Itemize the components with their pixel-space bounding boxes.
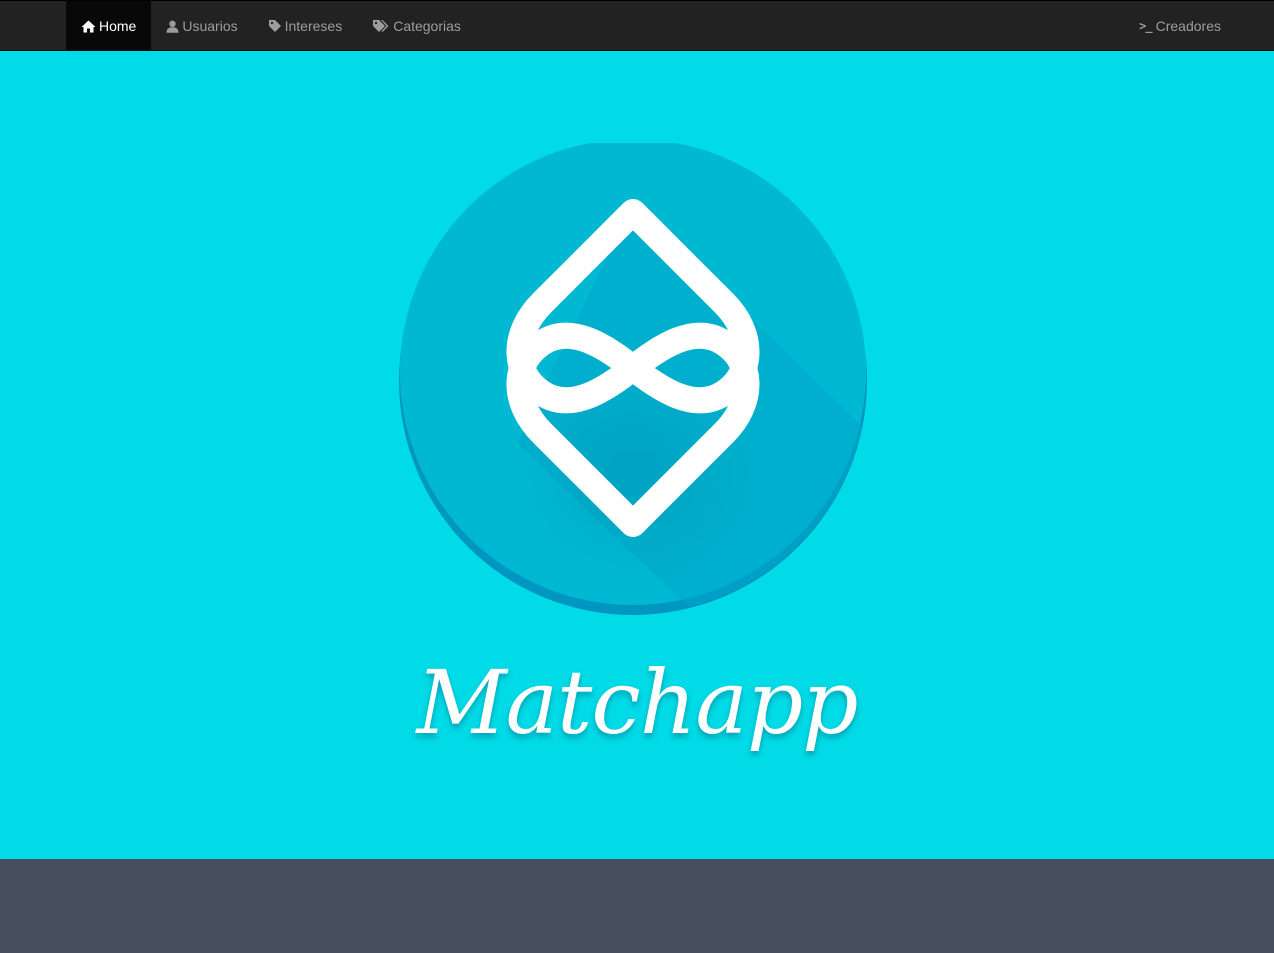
nav-item-categorias[interactable]: Categorias [357, 1, 476, 51]
matchapp-logo-icon [399, 143, 867, 615]
nav-item-creadores[interactable]: >_ Creadores [1124, 1, 1236, 51]
terminal-icon: >_ [1139, 19, 1152, 33]
footer-band [0, 859, 1274, 953]
nav-item-intereses[interactable]: Intereses [253, 1, 358, 51]
brand-name: Matchapp [416, 651, 858, 754]
nav-item-label: Categorias [393, 18, 461, 34]
nav-item-usuarios[interactable]: Usuarios [151, 1, 252, 51]
home-icon [81, 20, 96, 33]
nav-item-label: Creadores [1155, 18, 1221, 34]
hero-section: Matchapp [0, 51, 1274, 859]
nav-right-group: >_ Creadores [1124, 1, 1236, 51]
tag-icon [268, 19, 282, 33]
nav-left-group: Home Usuarios Intereses Categorias [66, 1, 476, 51]
nav-item-label: Home [99, 18, 137, 34]
tags-icon [372, 19, 390, 33]
nav-item-label: Usuarios [182, 18, 238, 34]
user-icon [166, 20, 179, 33]
top-navbar: Home Usuarios Intereses Categorias >_ Cr… [0, 0, 1274, 51]
nav-item-label: Intereses [284, 18, 343, 34]
nav-item-home[interactable]: Home [66, 1, 152, 51]
